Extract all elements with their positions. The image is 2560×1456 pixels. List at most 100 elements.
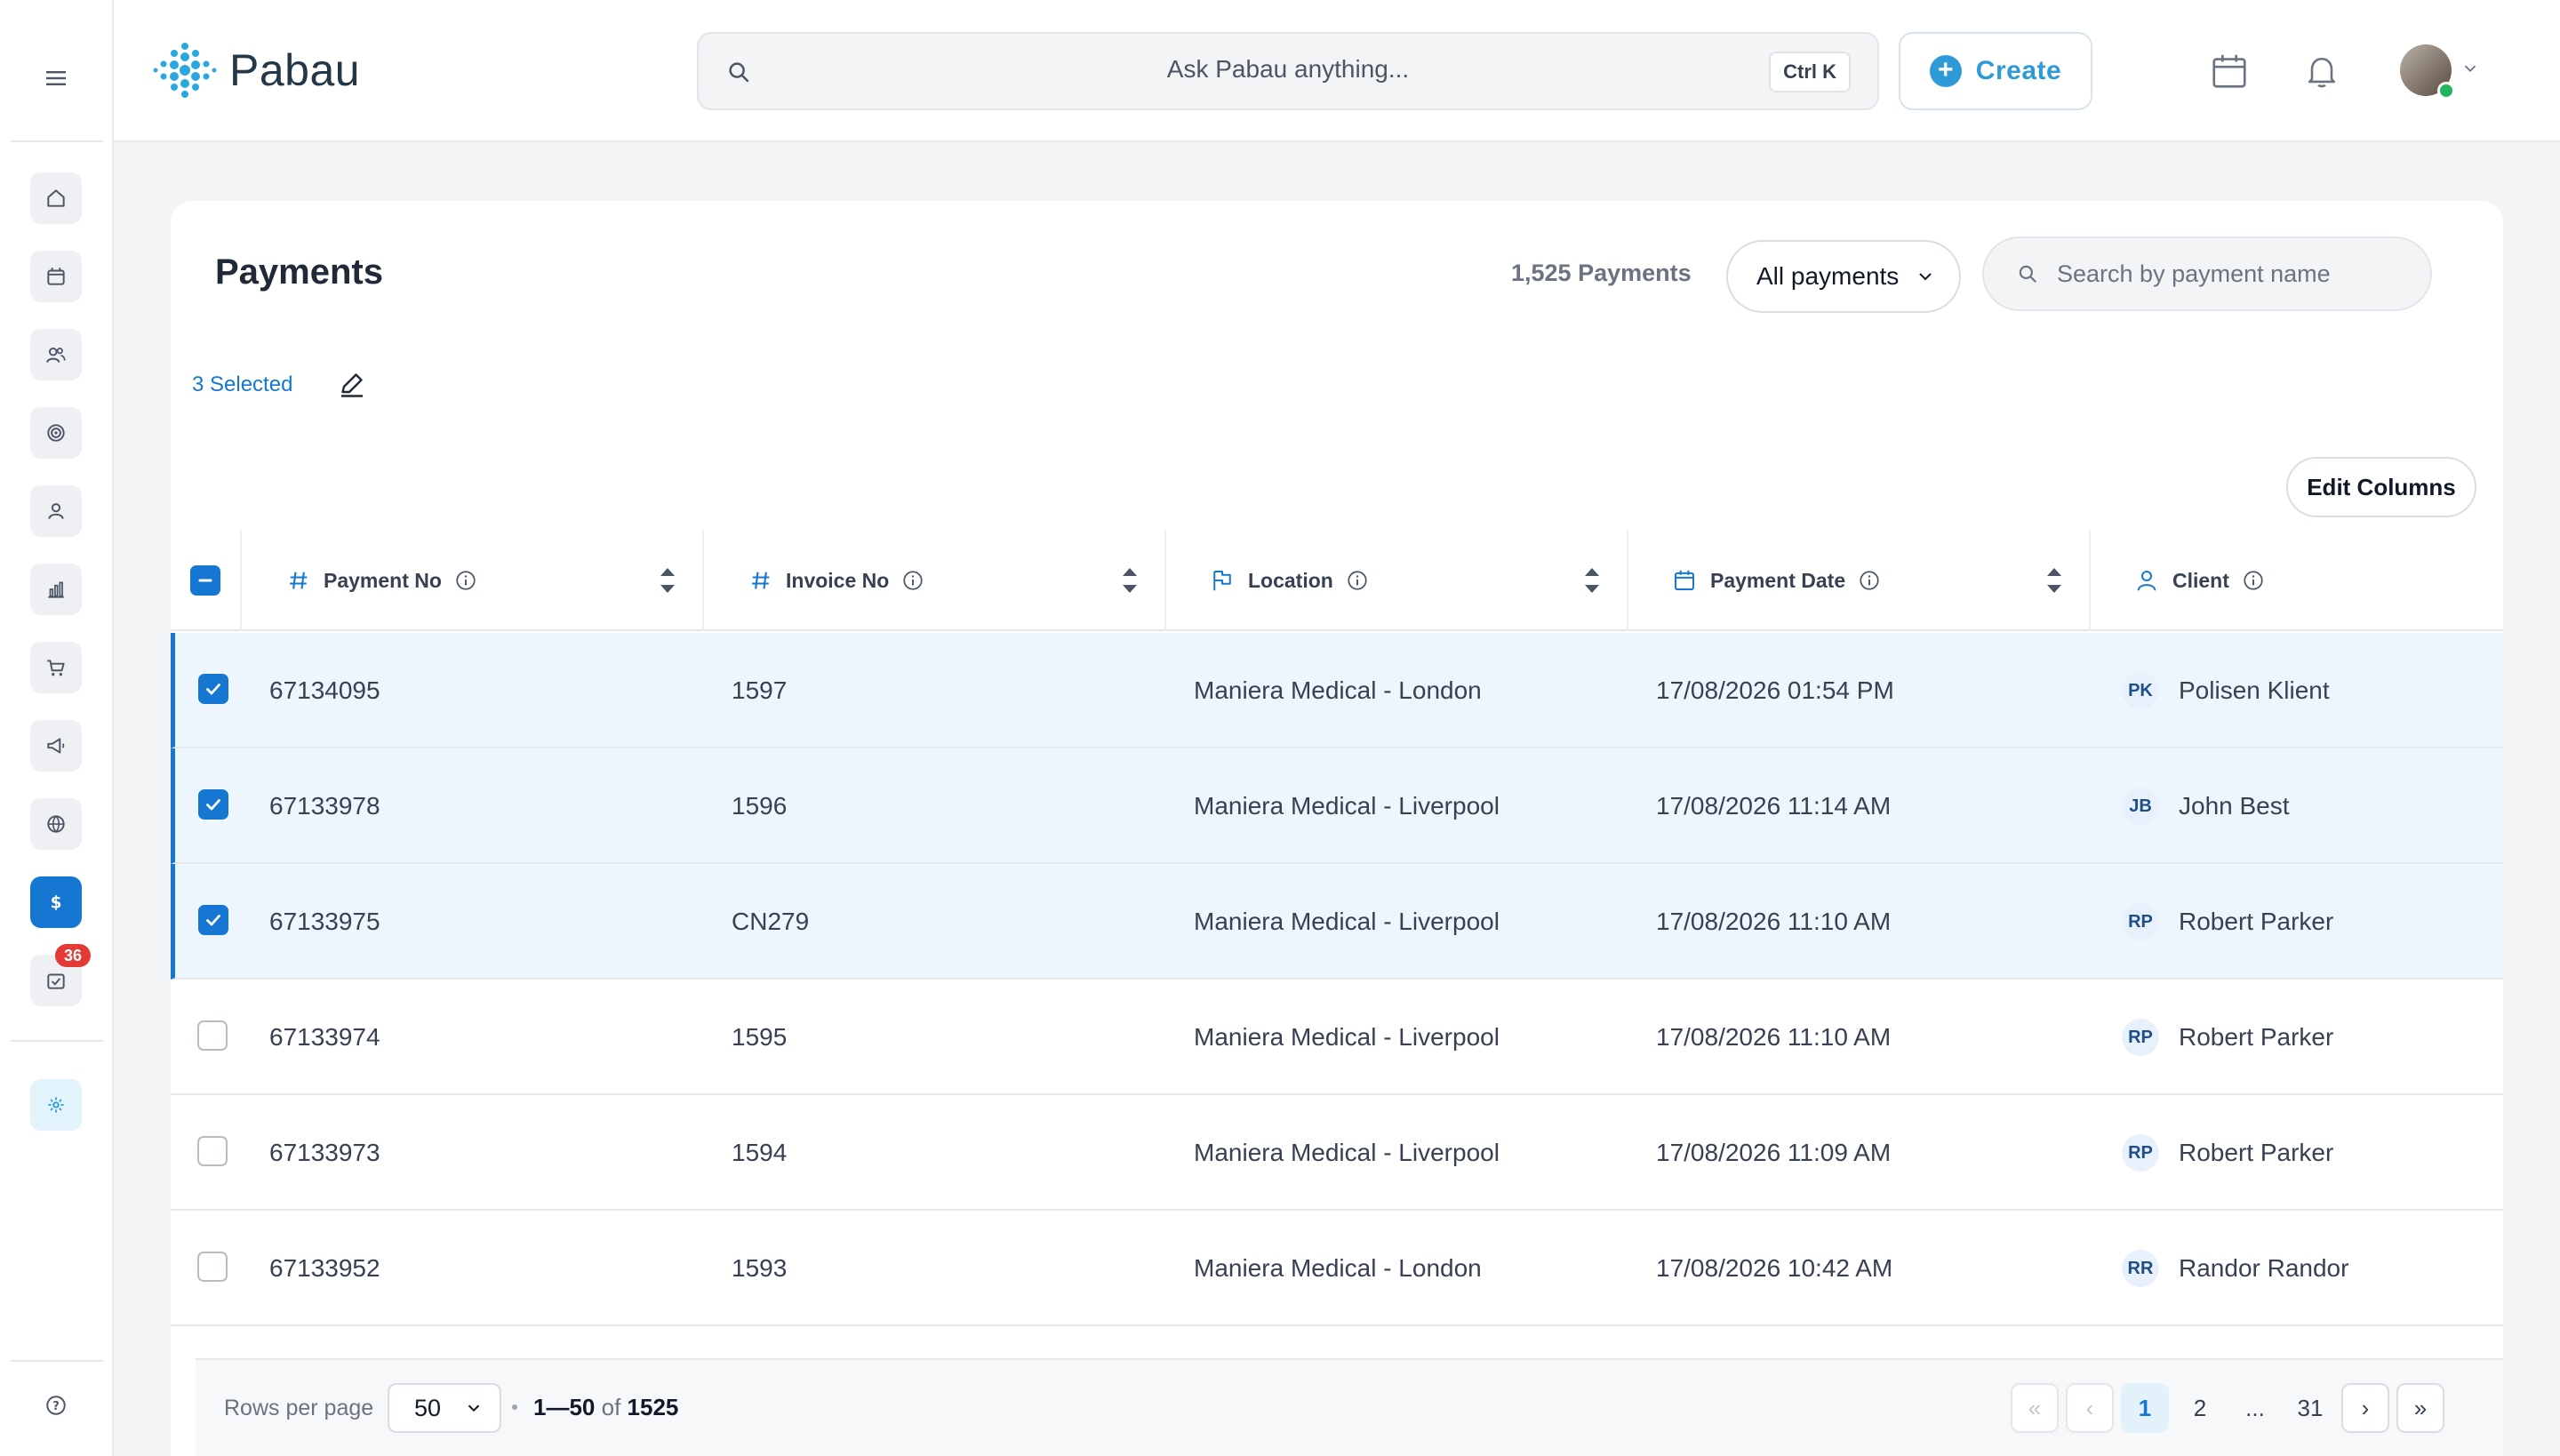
next-page-button[interactable]: › xyxy=(2341,1383,2389,1433)
client-cell[interactable]: RP Robert Parker xyxy=(2122,980,2333,1095)
payment-date-cell: 17/08/2026 10:42 AM xyxy=(1656,1254,1893,1282)
rail-divider xyxy=(11,140,103,142)
sidebar-item-reports[interactable] xyxy=(30,564,82,615)
row-checkbox[interactable] xyxy=(198,674,228,704)
page-title: Payments xyxy=(215,252,383,292)
svg-text:?: ? xyxy=(52,1400,60,1413)
user-avatar[interactable] xyxy=(2400,44,2455,100)
chevron-down-icon[interactable] xyxy=(2460,59,2480,78)
info-icon[interactable] xyxy=(454,569,477,592)
pabau-logo-icon xyxy=(153,43,217,98)
table-row[interactable]: 67133973 1594 Maniera Medical - Liverpoo… xyxy=(171,1095,2503,1211)
brand-logo[interactable]: Pabau xyxy=(153,41,360,100)
client-cell[interactable]: JB John Best xyxy=(2122,748,2290,864)
payments-count: 1,525 Payments xyxy=(1511,260,1692,286)
sidebar-item-store[interactable] xyxy=(30,642,82,693)
column-header-payment-no[interactable]: Payment No xyxy=(240,530,702,631)
sort-icon[interactable] xyxy=(1120,564,1140,597)
sidebar-item-help[interactable]: ? xyxy=(30,1380,82,1431)
tasks-badge: 36 xyxy=(55,944,91,967)
create-button[interactable]: + Create xyxy=(1899,32,2092,110)
sidebar-item-payments[interactable]: $ xyxy=(30,876,82,928)
chevron-down-icon xyxy=(468,1404,480,1412)
row-checkbox[interactable] xyxy=(197,1136,228,1166)
first-page-button[interactable]: « xyxy=(2011,1383,2059,1433)
prev-page-button[interactable]: ‹ xyxy=(2066,1383,2114,1433)
column-header-location[interactable]: Location xyxy=(1164,530,1627,631)
column-header-invoice-no[interactable]: Invoice No xyxy=(702,530,1164,631)
sidebar-item-tasks[interactable]: 36 xyxy=(30,944,91,1006)
payments-filter-dropdown[interactable]: All payments xyxy=(1726,240,1961,313)
table-row[interactable]: 67133975 CN279 Maniera Medical - Liverpo… xyxy=(171,864,2503,980)
client-cell[interactable]: RR Randor Randor xyxy=(2122,1211,2348,1326)
client-cell[interactable]: RP Robert Parker xyxy=(2122,1095,2333,1211)
sidebar-item-home[interactable] xyxy=(30,172,82,224)
sort-icon[interactable] xyxy=(2044,564,2064,597)
column-label: Invoice No xyxy=(786,568,890,592)
row-checkbox[interactable] xyxy=(198,905,228,935)
info-icon[interactable] xyxy=(1346,569,1369,592)
ask-search-bar[interactable]: Ask Pabau anything... Ctrl K xyxy=(697,32,1879,110)
edit-pencil-icon[interactable] xyxy=(336,368,368,400)
table-row[interactable]: 67133978 1596 Maniera Medical - Liverpoo… xyxy=(171,748,2503,864)
pagination-ellipsis: ... xyxy=(2245,1394,2265,1421)
selection-count: 3 Selected xyxy=(192,372,293,396)
rows-per-page-select[interactable]: 50 xyxy=(388,1383,501,1433)
sort-icon[interactable] xyxy=(1582,564,1602,597)
client-cell[interactable]: RP Robert Parker xyxy=(2122,864,2333,980)
flag-icon xyxy=(1213,571,1231,591)
payment-date-cell: 17/08/2026 11:09 AM xyxy=(1656,1139,1892,1166)
sidebar-item-marketing[interactable] xyxy=(30,720,82,772)
of-label: of xyxy=(601,1394,621,1420)
sidebar-item-person[interactable] xyxy=(30,485,82,537)
info-icon[interactable] xyxy=(2242,569,2265,592)
column-label: Location xyxy=(1248,568,1333,592)
info-icon[interactable] xyxy=(901,569,924,592)
info-icon[interactable] xyxy=(1858,569,1881,592)
hash-icon xyxy=(290,572,308,589)
payment-date-cell: 17/08/2026 11:14 AM xyxy=(1656,792,1892,820)
last-page-button[interactable]: » xyxy=(2396,1383,2444,1433)
table-row[interactable]: 67133952 1593 Maniera Medical - London 1… xyxy=(171,1211,2503,1326)
hamburger-menu-icon[interactable] xyxy=(39,68,73,89)
client-initials: PK xyxy=(2122,672,2159,709)
location-cell: Maniera Medical - Liverpool xyxy=(1194,792,1500,820)
brand-name: Pabau xyxy=(229,45,361,95)
check-icon xyxy=(206,799,220,811)
page-1-button[interactable]: 1 xyxy=(2121,1383,2169,1433)
client-name: Randor Randor xyxy=(2179,1254,2349,1282)
column-header-client[interactable]: Client xyxy=(2089,530,2503,631)
column-label: Client xyxy=(2172,568,2229,592)
sort-icon[interactable] xyxy=(658,564,677,597)
globe-icon xyxy=(47,815,65,833)
payment-search-input[interactable]: Search by payment name xyxy=(1982,236,2432,311)
client-name: John Best xyxy=(2179,792,2290,820)
location-cell: Maniera Medical - London xyxy=(1194,1254,1482,1282)
sidebar-item-contacts[interactable] xyxy=(30,329,82,380)
row-checkbox[interactable] xyxy=(197,1252,228,1282)
row-checkbox[interactable] xyxy=(198,789,228,820)
edit-columns-button[interactable]: Edit Columns xyxy=(2286,457,2476,517)
ask-placeholder: Ask Pabau anything... xyxy=(1166,55,1410,83)
page-31-button[interactable]: 31 xyxy=(2286,1383,2334,1433)
client-cell[interactable]: PK Polisen Klient xyxy=(2122,633,2330,748)
table-row[interactable]: 67133974 1595 Maniera Medical - Liverpoo… xyxy=(171,980,2503,1095)
sidebar-item-target[interactable] xyxy=(30,407,82,459)
notifications-button[interactable] xyxy=(2299,48,2345,94)
client-initials: RR xyxy=(2122,1250,2159,1287)
page-2-button[interactable]: 2 xyxy=(2176,1383,2224,1433)
table-row[interactable]: 67134095 1597 Maniera Medical - London 1… xyxy=(171,633,2503,748)
online-status-dot xyxy=(2437,82,2455,100)
sidebar-item-calendar[interactable] xyxy=(30,251,82,302)
column-header-payment-date[interactable]: Payment Date xyxy=(1627,530,2089,631)
home-icon xyxy=(47,189,65,207)
client-name: Robert Parker xyxy=(2179,1023,2334,1051)
search-placeholder: Search by payment name xyxy=(2057,260,2331,287)
person-icon xyxy=(48,503,64,519)
sidebar-item-online[interactable] xyxy=(30,798,82,850)
sidebar-item-ai[interactable] xyxy=(30,1079,82,1131)
select-all-checkbox[interactable] xyxy=(190,565,220,596)
calendar-top-button[interactable] xyxy=(2206,48,2252,94)
row-checkbox[interactable] xyxy=(197,1020,228,1051)
filter-label: All payments xyxy=(1756,262,1900,290)
